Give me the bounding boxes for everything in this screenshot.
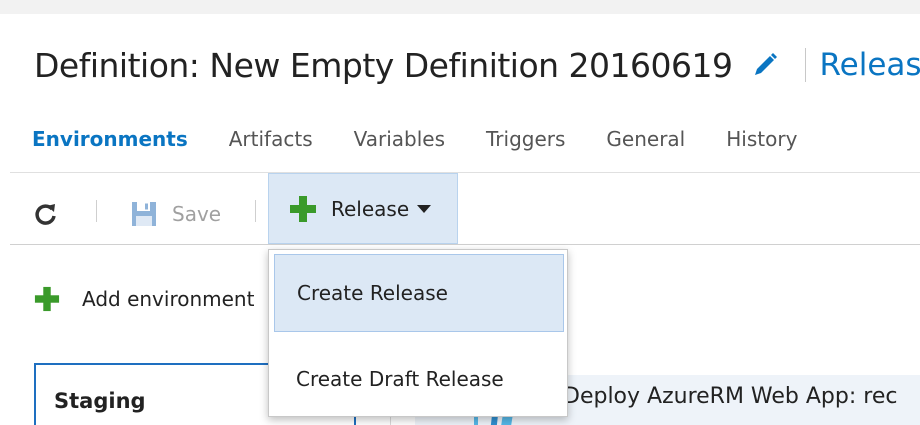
release-label: Release bbox=[331, 196, 410, 221]
tab-environments[interactable]: Environments bbox=[32, 127, 188, 151]
plus-icon bbox=[290, 195, 316, 222]
plus-icon bbox=[34, 286, 60, 312]
toolbar-bottom-border bbox=[10, 244, 920, 245]
page-title: Definition: New Empty Definition 2016061… bbox=[34, 45, 733, 85]
tab-artifacts[interactable]: Artifacts bbox=[229, 127, 313, 151]
pencil-icon[interactable] bbox=[751, 51, 779, 79]
title-divider bbox=[804, 48, 806, 82]
save-label: Save bbox=[172, 202, 222, 226]
environment-name: Staging bbox=[54, 389, 146, 413]
refresh-button[interactable] bbox=[32, 200, 60, 228]
tab-general[interactable]: General bbox=[606, 127, 685, 151]
refresh-icon bbox=[35, 204, 56, 225]
tab-triggers[interactable]: Triggers bbox=[486, 127, 565, 151]
caret-down-icon bbox=[417, 204, 432, 213]
add-environment-button[interactable]: Add environment bbox=[34, 283, 254, 315]
save-button[interactable]: Save bbox=[130, 198, 221, 230]
releases-link[interactable]: Releases bbox=[820, 47, 920, 83]
tab-history[interactable]: History bbox=[726, 127, 797, 151]
release-definition-page: Definition: New Empty Definition 2016061… bbox=[0, 0, 920, 425]
tab-variables[interactable]: Variables bbox=[354, 127, 445, 151]
toolbar-top-border bbox=[10, 172, 920, 173]
add-environment-label: Add environment bbox=[82, 287, 255, 311]
menu-item-create-draft-release[interactable]: Create Draft Release bbox=[274, 340, 564, 418]
top-strip bbox=[0, 0, 920, 14]
task-label: Deploy AzureRM Web App: rec bbox=[563, 384, 898, 409]
toolbar-separator bbox=[96, 200, 97, 222]
header: Definition: New Empty Definition 2016061… bbox=[34, 42, 920, 88]
floppy-disk-icon bbox=[132, 202, 156, 226]
menu-item-create-release[interactable]: Create Release bbox=[274, 254, 564, 332]
release-dropdown-button[interactable]: Release bbox=[268, 173, 458, 244]
toolbar-separator bbox=[255, 200, 256, 222]
release-dropdown-menu: Create Release Create Draft Release bbox=[268, 249, 568, 417]
definition-tabs: Environments Artifacts Variables Trigger… bbox=[32, 124, 838, 154]
